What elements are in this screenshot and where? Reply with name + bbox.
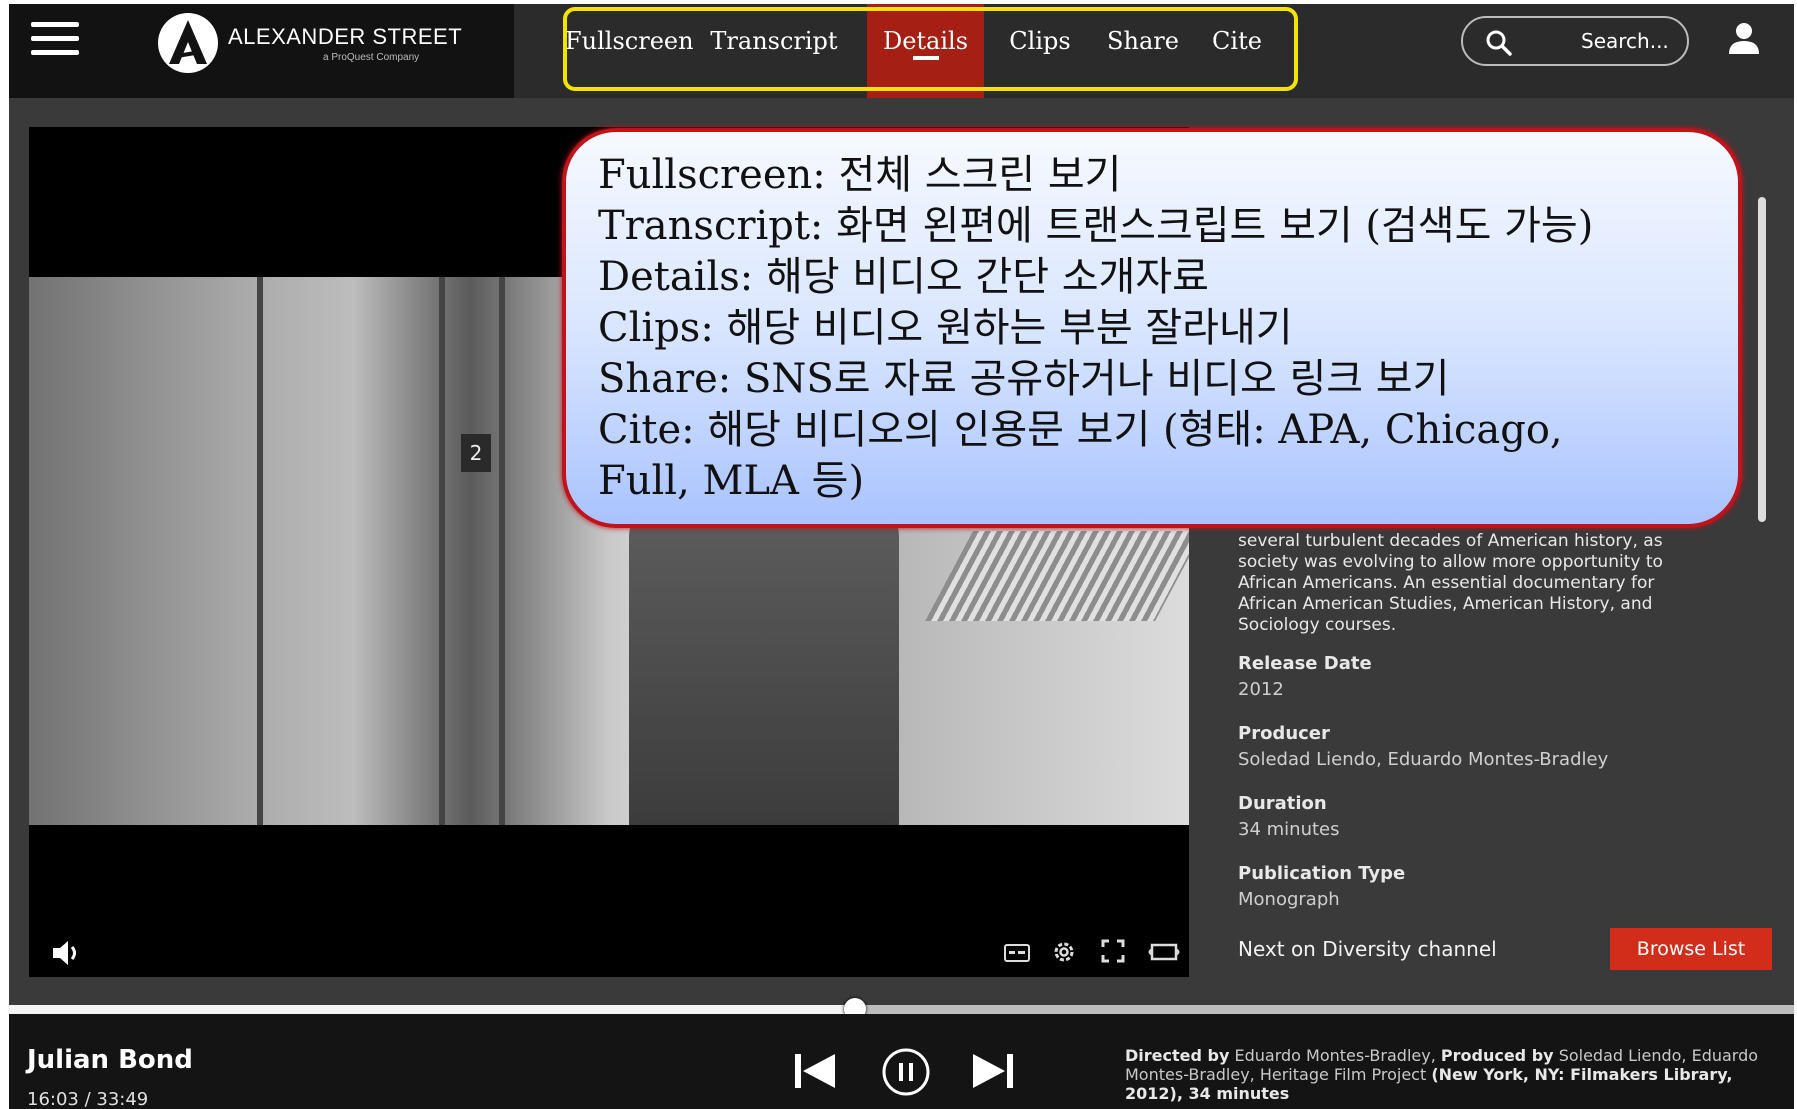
theater-mode-icon[interactable] — [1148, 942, 1180, 962]
logo-text: ALEXANDER STREET — [228, 24, 463, 49]
duration-value: 34 minutes — [1238, 819, 1340, 840]
browse-list-button[interactable]: Browse List — [1610, 928, 1772, 970]
directed-by-label: Directed by — [1125, 1046, 1230, 1065]
previous-icon[interactable] — [793, 1051, 837, 1091]
callout-line: Fullscreen: 전체 스크린 보기 — [598, 152, 1122, 198]
pause-icon[interactable] — [881, 1047, 931, 1097]
search-input[interactable]: Search... — [1461, 16, 1689, 66]
bottom-bar: Julian Bond 16:03 / 33:49 Directed by Ed… — [9, 1014, 1794, 1109]
video-description: several turbulent decades of American hi… — [1238, 531, 1663, 635]
duration-label: Duration — [1238, 793, 1327, 814]
menu-icon[interactable] — [31, 20, 79, 58]
door-edge — [257, 277, 263, 825]
details-scrollbar[interactable] — [1758, 197, 1766, 522]
publication-type-label: Publication Type — [1238, 863, 1406, 884]
progress-fill — [9, 1005, 856, 1014]
door-edge — [499, 277, 505, 825]
logo-subtitle: a ProQuest Company — [323, 52, 420, 63]
progress-bar[interactable] — [9, 998, 1794, 1020]
callout-line: Cite: 해당 비디오의 인용문 보기 (형태: APA, Chicago, — [598, 407, 1563, 453]
callout-line: Clips: 해당 비디오 원하는 부분 잘라내기 — [598, 305, 1293, 351]
credits-text: Directed by Eduardo Montes-Bradley, Prod… — [1125, 1046, 1775, 1103]
producer-value: Soledad Liendo, Eduardo Montes-Bradley — [1238, 749, 1609, 770]
top-bar: ALEXANDER STREET a ProQuest Company Full… — [9, 4, 1794, 98]
next-icon[interactable] — [971, 1051, 1015, 1091]
callout-line: Share: SNS로 자료 공유하거나 비디오 링크 보기 — [598, 356, 1450, 402]
brand-area: ALEXANDER STREET a ProQuest Company — [9, 4, 514, 98]
callout-line: Details: 해당 비디오 간단 소개자료 — [598, 254, 1209, 300]
settings-gear-icon[interactable] — [1051, 939, 1077, 965]
tabs-highlight-frame — [563, 7, 1298, 91]
release-date-label: Release Date — [1238, 653, 1372, 674]
bench — [925, 531, 1189, 621]
fullscreen-icon[interactable] — [1101, 939, 1125, 963]
produced-by-label: Produced by — [1440, 1046, 1554, 1065]
publication-type-value: Monograph — [1238, 889, 1340, 910]
annotation-callout: Fullscreen: 전체 스크린 보기 Transcript: 화면 왼편에… — [562, 128, 1742, 528]
release-date-value: 2012 — [1238, 679, 1284, 700]
person-figure — [629, 497, 899, 825]
search-icon — [1486, 30, 1512, 56]
captions-icon[interactable] — [1004, 943, 1030, 963]
producer-label: Producer — [1238, 723, 1330, 744]
callout-line: Transcript: 화면 왼편에 트랜스크립트 보기 (검색도 가능) — [598, 203, 1594, 249]
app-window: ALEXANDER STREET a ProQuest Company Full… — [9, 4, 1794, 1109]
time-readout: 16:03 / 33:49 — [27, 1089, 149, 1109]
alexander-street-logo-icon[interactable] — [157, 12, 219, 74]
elevator-floor-panel: 2 — [461, 434, 491, 472]
callout-line: Full, MLA 등) — [598, 458, 865, 504]
director-value: Eduardo Montes-Bradley, — [1234, 1046, 1436, 1065]
video-title: Julian Bond — [27, 1045, 193, 1075]
search-placeholder: Search... — [1581, 29, 1669, 53]
volume-icon[interactable] — [51, 939, 85, 967]
user-icon[interactable] — [1726, 20, 1762, 56]
door-edge — [439, 277, 445, 825]
next-on-channel-text: Next on Diversity channel — [1238, 937, 1497, 961]
